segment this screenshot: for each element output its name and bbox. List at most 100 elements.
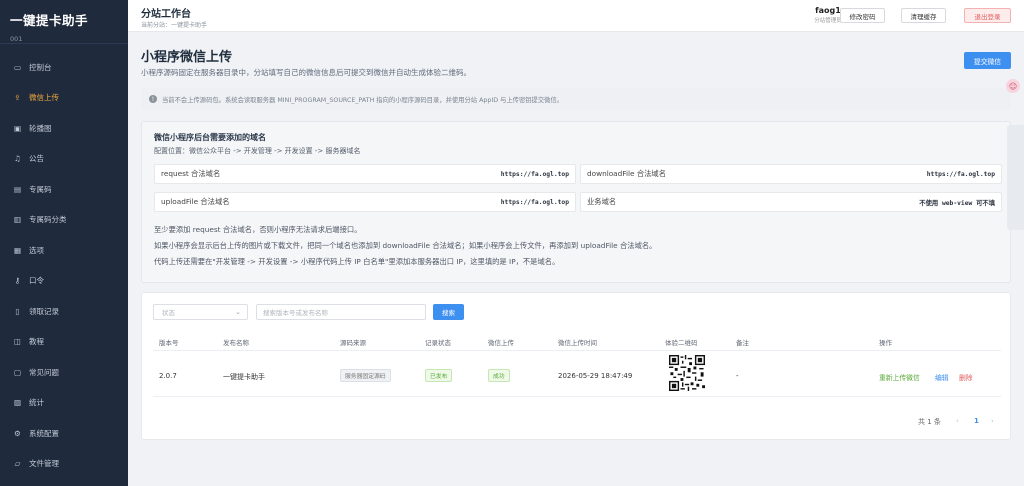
bell-icon: ♫ xyxy=(14,154,21,164)
column-header: 记录状态 xyxy=(425,339,451,347)
domain-row-upload: uploadFile 合法域名 https://fa.ogl.top xyxy=(154,192,576,212)
sidebar-item-exclusive-code[interactable]: ▤ 专属码 xyxy=(0,174,128,205)
domain-note: 至少要添加 request 合法域名，否则小程序无法请求后端接口。 xyxy=(154,225,362,234)
column-header: 微信上传 xyxy=(488,339,514,347)
qr-code-image[interactable] xyxy=(669,355,705,391)
reupload-wechat-link[interactable]: 重新上传微信 xyxy=(879,372,920,382)
sidebar-item-label: 文件管理 xyxy=(29,459,59,469)
status-filter-select[interactable]: 状态 ⌄ xyxy=(153,304,248,320)
domain-note: 代码上传还需要在"开发管理 -> 开发设置 -> 小程序代码上传 IP 白名单"… xyxy=(154,257,560,266)
column-header: 发布名称 xyxy=(223,339,249,347)
domain-value[interactable]: https://fa.ogl.top xyxy=(501,199,569,206)
source-badge: 服务器固定源码 xyxy=(340,369,391,382)
domain-config-path: 配置位置：微信公众平台 -> 开发管理 -> 开发设置 -> 服务器域名 xyxy=(154,147,361,155)
chat-icon: ▢ xyxy=(13,367,22,377)
sidebar-item-faq[interactable]: ▢ 常见问题 xyxy=(0,357,128,388)
sidebar-item-options[interactable]: ▦ 选项 xyxy=(0,235,128,266)
next-page-button[interactable]: › xyxy=(991,417,994,425)
domain-label: uploadFile 合法域名 xyxy=(161,197,230,206)
domain-label: 业务域名 xyxy=(587,197,617,206)
main-content: 小程序微信上传 小程序源码固定在服务器目录中，分站填写自己的微信信息后可提交到微… xyxy=(128,32,1024,486)
sidebar-item-files[interactable]: ▱ 文件管理 xyxy=(0,449,128,480)
domain-row-request: request 合法域名 https://fa.ogl.top xyxy=(154,164,576,184)
sidebar-item-label: 控制台 xyxy=(29,62,52,72)
column-header: 体验二维码 xyxy=(665,339,698,347)
sidebar: 一键提卡助手 001 ▭ 控制台 ⇪ 微信上传 ▣ 轮播图 ♫ 公告 ▤ 专属码 ▥ 专属码分类 ▦ 选项… xyxy=(0,0,128,486)
header-divider xyxy=(153,350,1001,351)
sidebar-item-announcement[interactable]: ♫ 公告 xyxy=(0,144,128,175)
grid-icon: ▦ xyxy=(13,245,22,255)
domain-value[interactable]: https://fa.ogl.top xyxy=(927,171,995,178)
search-input[interactable]: 搜索版本号或发布名称 xyxy=(256,304,426,320)
status-filter-placeholder: 状态 xyxy=(162,309,175,317)
page-description: 小程序源码固定在服务器目录中，分站填写自己的微信信息后可提交到微信并自动生成体验… xyxy=(141,68,471,77)
sidebar-item-label: 领取记录 xyxy=(29,306,59,316)
info-icon: ! xyxy=(149,95,157,103)
sidebar-item-label: 公告 xyxy=(29,154,44,164)
sidebar-menu: ▭ 控制台 ⇪ 微信上传 ▣ 轮播图 ♫ 公告 ▤ 专属码 ▥ 专属码分类 ▦ 选项 ⚷ 口令 ▯ 领取记录 ◫ 教程… xyxy=(0,52,128,479)
sidebar-item-settings[interactable]: ⚙ 系统配置 xyxy=(0,418,128,449)
current-site-label: 当前分站：一键提卡助手 xyxy=(141,22,208,29)
prev-page-button[interactable]: ‹ xyxy=(956,417,959,425)
domain-value: 不使用 web-view 可不填 xyxy=(919,199,995,207)
total-count: 共 1 条 xyxy=(918,418,941,426)
sidebar-item-label: 选项 xyxy=(29,245,44,255)
cell-upload-time: 2026-05-29 18:47:49 xyxy=(558,372,633,380)
search-button[interactable]: 搜索 xyxy=(433,304,464,320)
sidebar-item-label: 轮播图 xyxy=(29,123,52,133)
topbar: 分站工作台 当前分站：一键提卡助手 faog1 分站管理员 修改密码 清理缓存 … xyxy=(128,0,1024,32)
chevron-down-icon: ⌄ xyxy=(235,308,241,316)
folder-card-icon: ▥ xyxy=(13,215,22,225)
page-number-current[interactable]: 1 xyxy=(974,417,979,425)
sidebar-item-label: 统计 xyxy=(29,398,44,408)
monitor-icon: ▭ xyxy=(13,62,22,72)
gear-icon: ⚙ xyxy=(14,428,21,438)
column-header: 微信上传时间 xyxy=(558,339,597,347)
brand-title: 一键提卡助手 xyxy=(10,13,89,28)
logout-button[interactable]: 退出登录 xyxy=(964,8,1011,23)
card-icon: ▤ xyxy=(13,184,22,194)
domain-label: request 合法域名 xyxy=(161,169,221,178)
page-title: 小程序微信上传 xyxy=(141,50,233,65)
upload-icon: ⇪ xyxy=(14,93,21,103)
right-tool-strip[interactable] xyxy=(1007,125,1024,230)
sidebar-item-tutorial[interactable]: ◫ 教程 xyxy=(0,327,128,358)
sidebar-item-claim-records[interactable]: ▯ 领取记录 xyxy=(0,296,128,327)
document-icon: ▯ xyxy=(15,306,20,316)
sidebar-item-password[interactable]: ⚷ 口令 xyxy=(0,266,128,297)
row-divider xyxy=(153,396,1001,397)
sidebar-item-code-category[interactable]: ▥ 专属码分类 xyxy=(0,205,128,236)
release-table-card: 状态 ⌄ 搜索版本号或发布名称 搜索 版本号 发布名称 源码来源 记录状态 微信… xyxy=(141,292,1011,440)
sidebar-item-label: 口令 xyxy=(29,276,44,286)
cell-version: 2.0.7 xyxy=(159,372,177,380)
domain-value[interactable]: https://fa.ogl.top xyxy=(501,171,569,178)
floating-assistant-icon[interactable]: ☺ xyxy=(1006,79,1020,93)
sidebar-item-label: 系统配置 xyxy=(29,428,59,438)
sidebar-item-carousel[interactable]: ▣ 轮播图 xyxy=(0,113,128,144)
sidebar-item-label: 教程 xyxy=(29,337,44,347)
sidebar-item-label: 微信上传 xyxy=(29,93,59,103)
sidebar-item-label: 专属码分类 xyxy=(29,215,67,225)
sidebar-item-wechat-upload[interactable]: ⇪ 微信上传 xyxy=(0,83,128,114)
brand: 一键提卡助手 001 xyxy=(0,0,128,44)
change-password-button[interactable]: 修改密码 xyxy=(840,8,885,23)
edit-link[interactable]: 编辑 xyxy=(935,372,949,382)
workspace-title: 分站工作台 xyxy=(141,9,191,20)
domain-label: downloadFile 合法域名 xyxy=(587,169,667,178)
sidebar-item-stats[interactable]: ▨ 统计 xyxy=(0,388,128,419)
info-notice: ! 当前不会上传源码包。系统会读取服务器 MINI_PROGRAM_SOURCE… xyxy=(141,88,1011,110)
search-placeholder: 搜索版本号或发布名称 xyxy=(263,309,328,317)
clear-cache-button[interactable]: 清理缓存 xyxy=(901,8,946,23)
sidebar-item-label: 专属码 xyxy=(29,184,52,194)
domain-row-business: 业务域名 不使用 web-view 可不填 xyxy=(580,192,1002,212)
domain-note: 如果小程序会显示后台上传的图片或下载文件，把同一个域名也添加到 download… xyxy=(154,241,657,250)
column-header: 源码来源 xyxy=(340,339,366,347)
submit-wechat-button[interactable]: 提交微信 xyxy=(964,52,1011,69)
cell-note: - xyxy=(736,372,739,380)
key-icon: ⚷ xyxy=(14,276,21,286)
delete-link[interactable]: 删除 xyxy=(959,372,973,382)
sidebar-item-dashboard[interactable]: ▭ 控制台 xyxy=(0,52,128,83)
image-icon: ▣ xyxy=(13,123,22,133)
chart-icon: ▨ xyxy=(13,398,22,408)
column-header: 版本号 xyxy=(159,339,179,347)
